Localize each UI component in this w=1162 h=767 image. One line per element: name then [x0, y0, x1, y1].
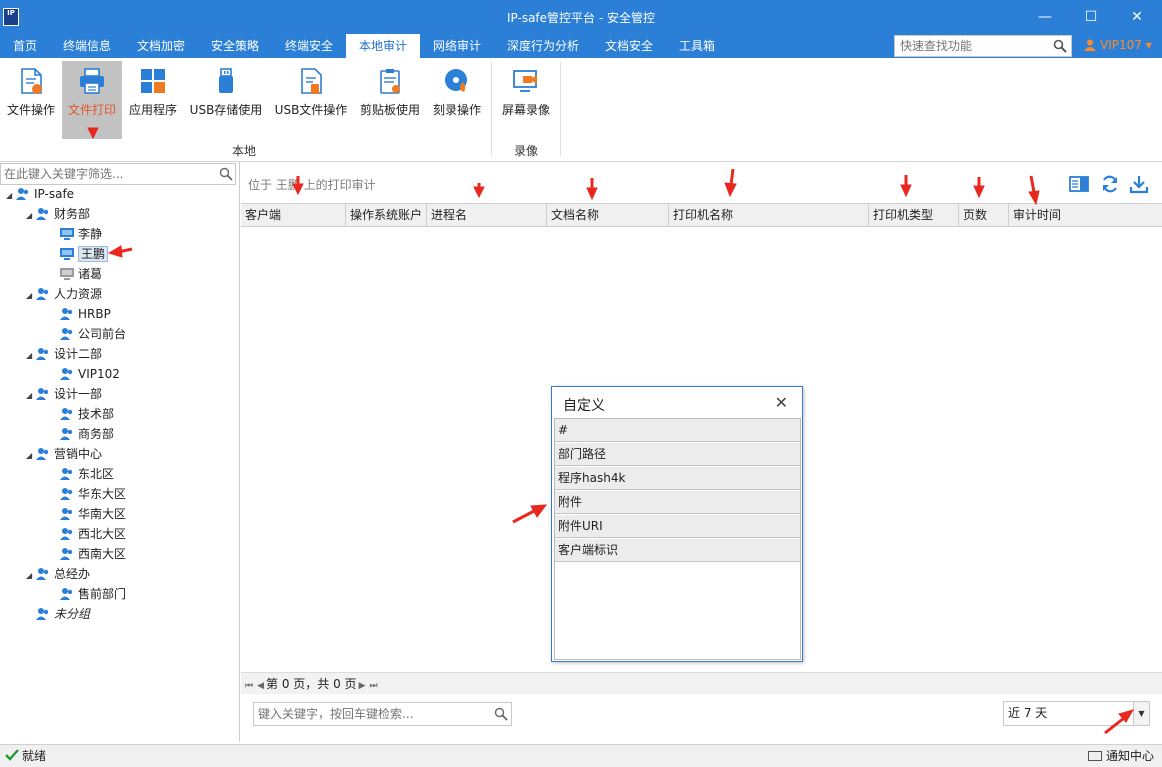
- annotation-arrow: [1029, 175, 1036, 193]
- annotation-arrow: [900, 184, 912, 198]
- annotation-arrows: [87, 127, 1135, 735]
- annotation-arrow: [724, 182, 737, 198]
- annotation-arrow: [512, 508, 537, 524]
- annotation-arrow: [107, 245, 123, 258]
- annotation-arrow: [729, 168, 735, 186]
- annotation-arrow: [586, 187, 598, 201]
- annotation-arrow: [1028, 190, 1040, 206]
- annotation-arrow: [973, 185, 985, 199]
- annotation-arrow: [87, 127, 99, 140]
- annotation-arrow: [292, 183, 304, 196]
- annotation-arrow: [1104, 716, 1125, 735]
- annotation-arrow: [473, 186, 485, 199]
- annotation-arrow: [530, 504, 548, 518]
